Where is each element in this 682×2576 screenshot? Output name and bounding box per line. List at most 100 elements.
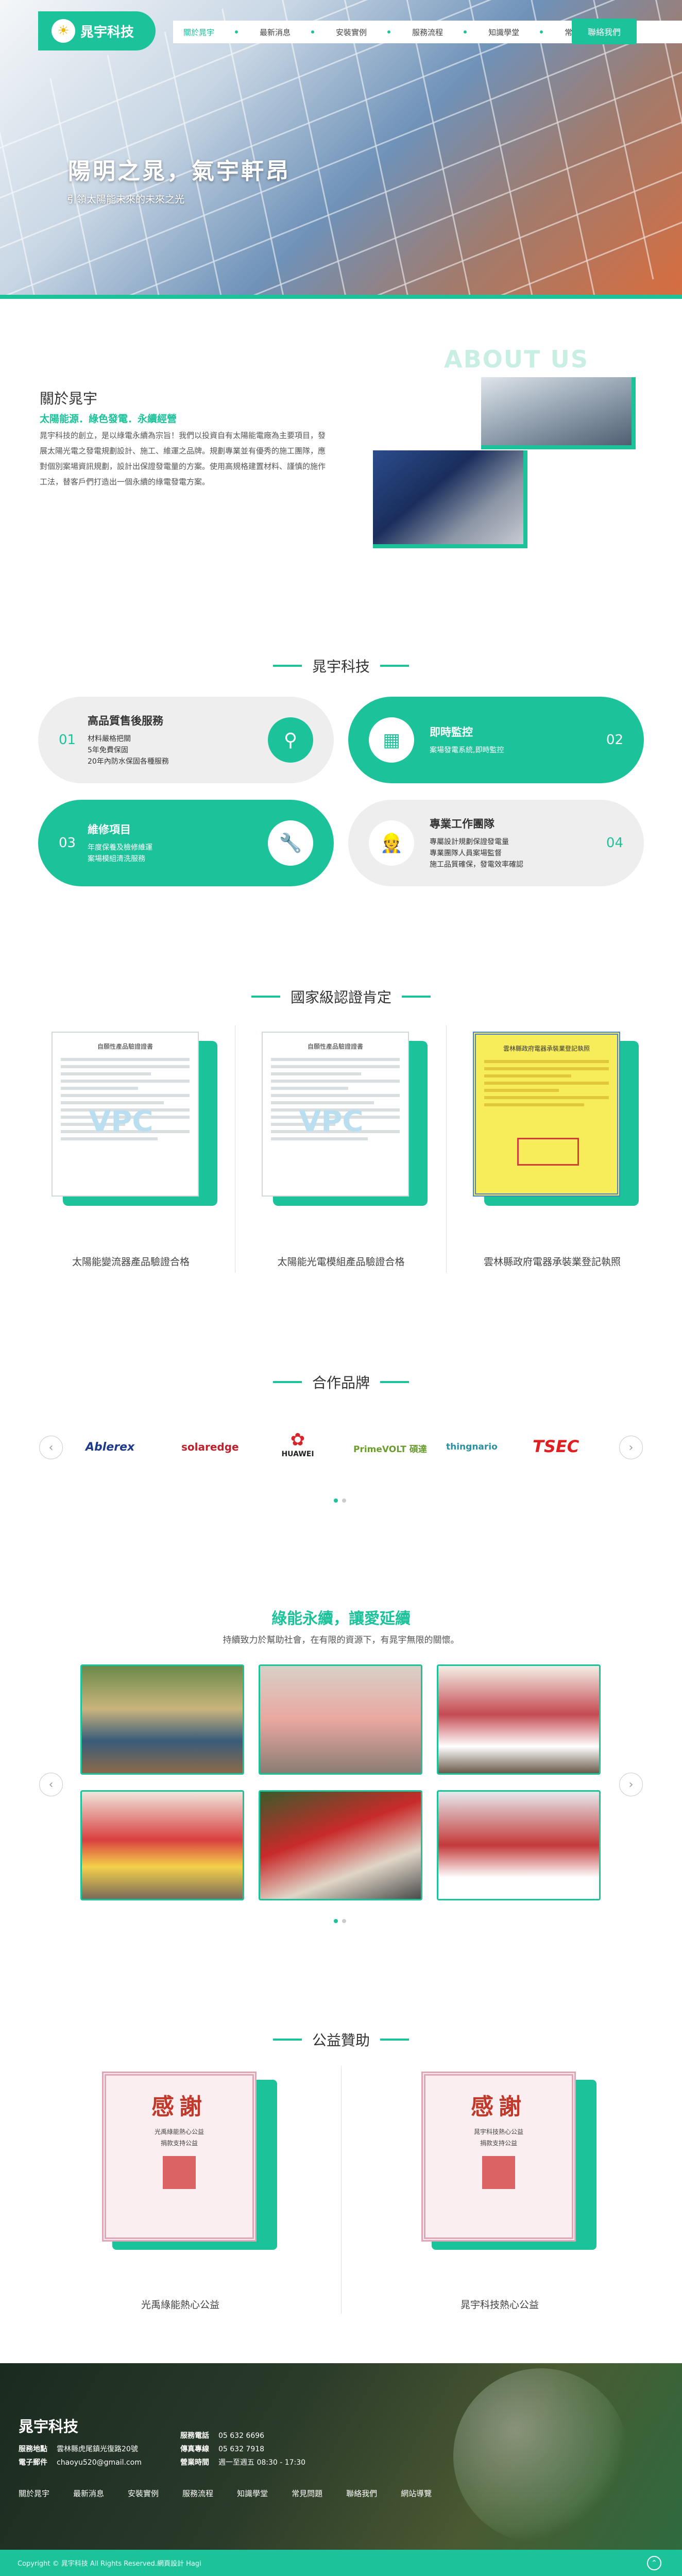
nav-item-cases[interactable]: 安裝實例	[336, 27, 391, 38]
engineer-team-icon: 👷	[369, 820, 414, 866]
service-card-maintenance[interactable]: 03 維修項目 年度保養及檢修維運 案場模組清洗服務 🔧	[38, 800, 334, 886]
service-number: 03	[59, 835, 76, 851]
charity-photo[interactable]	[259, 1790, 422, 1900]
brand-logo-thingnario: thingnario	[446, 1442, 498, 1452]
nav-dot	[540, 30, 543, 33]
charity-photo[interactable]	[80, 1664, 244, 1775]
charity-title: 綠能永續，讓愛延續	[271, 1610, 411, 1628]
hero-title: 陽明之晁，氣宇軒昂	[68, 158, 291, 184]
sponsor-caption: 光禹綠能熱心公益	[141, 2299, 219, 2311]
charity-photo[interactable]	[80, 1790, 244, 1900]
brand-logo-solaredge: solaredge	[181, 1441, 239, 1453]
footer-link-news[interactable]: 最新消息	[73, 2488, 104, 2499]
footer-link-knowledge[interactable]: 知識學堂	[237, 2488, 268, 2499]
service-title: 高品質售後服務	[88, 715, 163, 727]
brand-logo-ablerex: Ablerex	[86, 1441, 135, 1454]
charity-next-arrow[interactable]: ›	[619, 1773, 643, 1796]
footer-link-cases[interactable]: 安裝實例	[128, 2488, 159, 2499]
cert-card-inverter[interactable]: 自願性產品驗證證書 VPC	[52, 1032, 217, 1206]
license-document: 雲林縣政府電器承裝業登記執照	[473, 1032, 620, 1197]
sponsor-card[interactable]: 感謝 晁宇科技熱心公益 捐款支持公益	[421, 2072, 596, 2250]
service-title: 維修項目	[88, 823, 131, 836]
footer-link-contact[interactable]: 聯絡我們	[346, 2488, 377, 2499]
brand-logo-tsec: TSEC	[533, 1437, 579, 1456]
about-slogan: 太陽能源．綠色發電．永續經營	[40, 413, 177, 425]
brands-prev-arrow[interactable]: ‹	[39, 1436, 63, 1459]
footer-link-faq[interactable]: 常見問題	[292, 2488, 322, 2499]
hero-subtitle: 引領太陽能未來的未來之光	[67, 194, 185, 205]
brand-logo-huawei: ✿ HUAWEI	[277, 1429, 318, 1458]
brands-carousel-dot[interactable]	[334, 1499, 338, 1503]
nav-dot	[387, 30, 391, 33]
cert-card-module[interactable]: 自願性產品驗證證書 VPC	[262, 1032, 428, 1206]
nav-item-knowledge[interactable]: 知識學堂	[488, 27, 543, 38]
service-card-team[interactable]: 👷 專業工作團隊 專屬設計規劃保證發電量 專業團隊人員案場監督 施工品質確保，發…	[348, 800, 644, 886]
copyright-text: Copyright © 晁宇科技 All Rights Reserved.網頁設…	[18, 2560, 201, 2568]
thanks-certificate: 感謝 光禹綠能熱心公益 捐款支持公益	[102, 2072, 257, 2242]
service-number: 04	[606, 835, 623, 851]
copyright-bar: Copyright © 晁宇科技 All Rights Reserved.網頁設…	[0, 2550, 682, 2576]
globe-decoration	[453, 2368, 628, 2544]
charity-prev-arrow[interactable]: ‹	[39, 1773, 63, 1796]
footer-link-about[interactable]: 關於晁宇	[19, 2488, 49, 2499]
about-section: 關於晁宇 太陽能源．綠色發電．永續經營 晁宇科技的創立，是以綠電永續為宗旨！我們…	[0, 299, 682, 587]
sponsor-caption: 晁宇科技熱心公益	[460, 2299, 539, 2311]
service-card-aftersales[interactable]: 01 高品質售後服務 材料嚴格把關 5年免費保固 20年內防水保固各種服務 ⚲	[38, 697, 334, 783]
sponsor-heading: 公益贊助	[0, 2029, 682, 2050]
footer-link-sitemap[interactable]: 網站導覽	[401, 2488, 432, 2499]
footer-email[interactable]: 電子郵件 chaoyu520@gmail.com	[19, 2457, 142, 2467]
red-seal	[163, 2156, 196, 2189]
footer-company-name: 晁宇科技	[19, 2418, 79, 2435]
red-seal	[482, 2156, 515, 2189]
service-card-monitoring[interactable]: ▦ 即時監控 案場發電系統,即時監控 02	[348, 697, 644, 783]
footer-address: 服務地點 雲林縣虎尾鎮光復路20號	[19, 2445, 138, 2453]
cert-caption: 太陽能變流器產品驗證合格	[72, 1256, 190, 1268]
footer-phone[interactable]: 服務電話 05 632 6696	[180, 2430, 264, 2440]
footer-link-process[interactable]: 服務流程	[182, 2488, 213, 2499]
cert-caption: 雲林縣政府電器承裝業登記執照	[483, 1256, 621, 1268]
back-to-top-icon[interactable]: ⌃	[647, 2556, 661, 2570]
cert-document: 自願性產品驗證證書 VPC	[262, 1032, 409, 1197]
service-title: 即時監控	[430, 726, 473, 738]
nav-item-news[interactable]: 最新消息	[260, 27, 315, 38]
cert-caption: 太陽能光電模組產品驗證合格	[277, 1256, 405, 1268]
nav-item-process[interactable]: 服務流程	[412, 27, 467, 38]
site-logo[interactable]: ☀ 晁宇科技	[38, 11, 156, 50]
cert-card-license[interactable]: 雲林縣政府電器承裝業登記執照	[473, 1032, 639, 1206]
hero-accent-stripe	[0, 295, 682, 299]
brands-next-arrow[interactable]: ›	[619, 1436, 643, 1459]
nav-dot	[311, 30, 315, 33]
charity-photo[interactable]	[437, 1664, 601, 1775]
cert-document: 自願性產品驗證證書 VPC	[52, 1032, 199, 1197]
solar-install-photo	[373, 450, 527, 548]
nav-dot	[464, 30, 467, 33]
red-seal	[517, 1138, 579, 1166]
service-number: 01	[59, 732, 76, 748]
wrench-icon: 🔧	[268, 820, 313, 866]
certs-heading: 國家級認證肯定	[0, 986, 682, 1007]
sponsor-card[interactable]: 感謝 光禹綠能熱心公益 捐款支持公益	[102, 2072, 277, 2250]
about-en-title: ABOUT US	[444, 345, 589, 373]
solar-roof-photo	[481, 377, 636, 449]
charity-carousel-dot[interactable]	[334, 1919, 338, 1923]
huawei-flower-icon: ✿	[290, 1429, 305, 1450]
thanks-certificate: 感謝 晁宇科技熱心公益 捐款支持公益	[421, 2072, 576, 2242]
footer-nav: 關於晁宇 最新消息 安裝實例 服務流程 知識學堂 常見問題 聯絡我們 網站導覽	[19, 2488, 455, 2499]
footer-fax: 傳真專線 05 632 7918	[180, 2445, 265, 2453]
nav-dot	[235, 30, 238, 33]
nav-item-about[interactable]: 關於晁宇	[183, 27, 238, 38]
contact-button[interactable]: 聯絡我們	[572, 19, 637, 44]
charity-photo[interactable]	[437, 1790, 601, 1900]
service-number: 02	[606, 732, 623, 748]
sun-logo-icon: ☀	[52, 19, 75, 43]
site-footer: 晁宇科技 服務地點 雲林縣虎尾鎮光復路20號 電子郵件 chaoyu520@gmai…	[0, 2363, 682, 2576]
charity-photo[interactable]	[259, 1664, 422, 1775]
logo-text: 晁宇科技	[80, 24, 134, 40]
vpc-watermark: VPC	[299, 1105, 364, 1138]
charity-carousel-dot[interactable]	[342, 1919, 346, 1923]
site-header: ☀ 晁宇科技 關於晁宇 最新消息 安裝實例 服務流程 知識學堂 常見問題 聯絡我…	[0, 0, 682, 61]
service-title: 專業工作團隊	[430, 818, 495, 830]
footer-hours: 營業時間 週一至週五 08:30 - 17:30	[180, 2459, 306, 2467]
brand-logo-primevolt: PrimeVOLT 碩達	[353, 1444, 427, 1455]
brands-carousel-dot[interactable]	[342, 1499, 346, 1503]
